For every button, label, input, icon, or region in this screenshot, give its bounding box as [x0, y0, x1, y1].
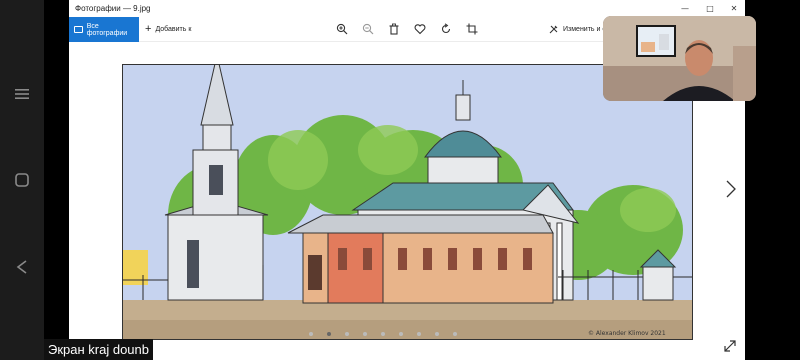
edit-icon [549, 24, 559, 36]
edit-create-button[interactable]: Изменить и с [549, 17, 606, 42]
next-photo-button[interactable] [724, 178, 738, 200]
expand-icon[interactable] [723, 338, 737, 352]
add-to-label: Добавить к [155, 26, 192, 33]
rotate-icon[interactable] [439, 22, 453, 36]
carousel-dot[interactable] [345, 332, 349, 336]
android-nav-bar [0, 0, 44, 360]
next-icon [726, 180, 736, 198]
close-icon[interactable]: ✕ [728, 3, 740, 14]
plus-icon: + [145, 23, 152, 35]
screen-caption: Экран kraj dounb [44, 339, 153, 360]
webcam-overlay [603, 16, 756, 101]
carousel-dots [309, 332, 457, 336]
heart-icon[interactable] [413, 22, 427, 36]
minimize-icon[interactable]: — [679, 3, 691, 14]
window-title: Фотографии — 9.jpg [75, 4, 151, 13]
all-photos-label: Все фотографии [86, 22, 128, 37]
carousel-dot[interactable] [435, 332, 439, 336]
artist-signature: © Alexander Klimov 2021 [588, 330, 666, 337]
zoom-in-icon[interactable] [335, 22, 349, 36]
add-to-button[interactable]: + Добавить к [145, 17, 191, 42]
title-bar: Фотографии — 9.jpg — □ ✕ [69, 0, 745, 17]
carousel-dot[interactable] [453, 332, 457, 336]
menu-icon[interactable] [12, 84, 32, 104]
carousel-dot[interactable] [399, 332, 403, 336]
delete-icon[interactable] [387, 22, 401, 36]
maximize-icon[interactable]: □ [704, 3, 716, 14]
crop-icon[interactable] [465, 22, 479, 36]
photos-icon [74, 26, 83, 33]
carousel-dot[interactable] [363, 332, 367, 336]
carousel-dot[interactable] [381, 332, 385, 336]
home-icon[interactable] [12, 170, 32, 190]
carousel-dot[interactable] [417, 332, 421, 336]
zoom-out-icon[interactable] [361, 22, 375, 36]
back-icon[interactable] [12, 257, 32, 277]
photo-image: © Alexander Klimov 2021 [122, 64, 693, 340]
all-photos-button[interactable]: Все фотографии [69, 17, 139, 42]
screen: Фотографии — 9.jpg — □ ✕ Все фотографии … [0, 0, 800, 360]
edit-label: Изменить и с [563, 26, 606, 33]
carousel-dot[interactable] [309, 332, 313, 336]
carousel-dot[interactable] [327, 332, 331, 336]
